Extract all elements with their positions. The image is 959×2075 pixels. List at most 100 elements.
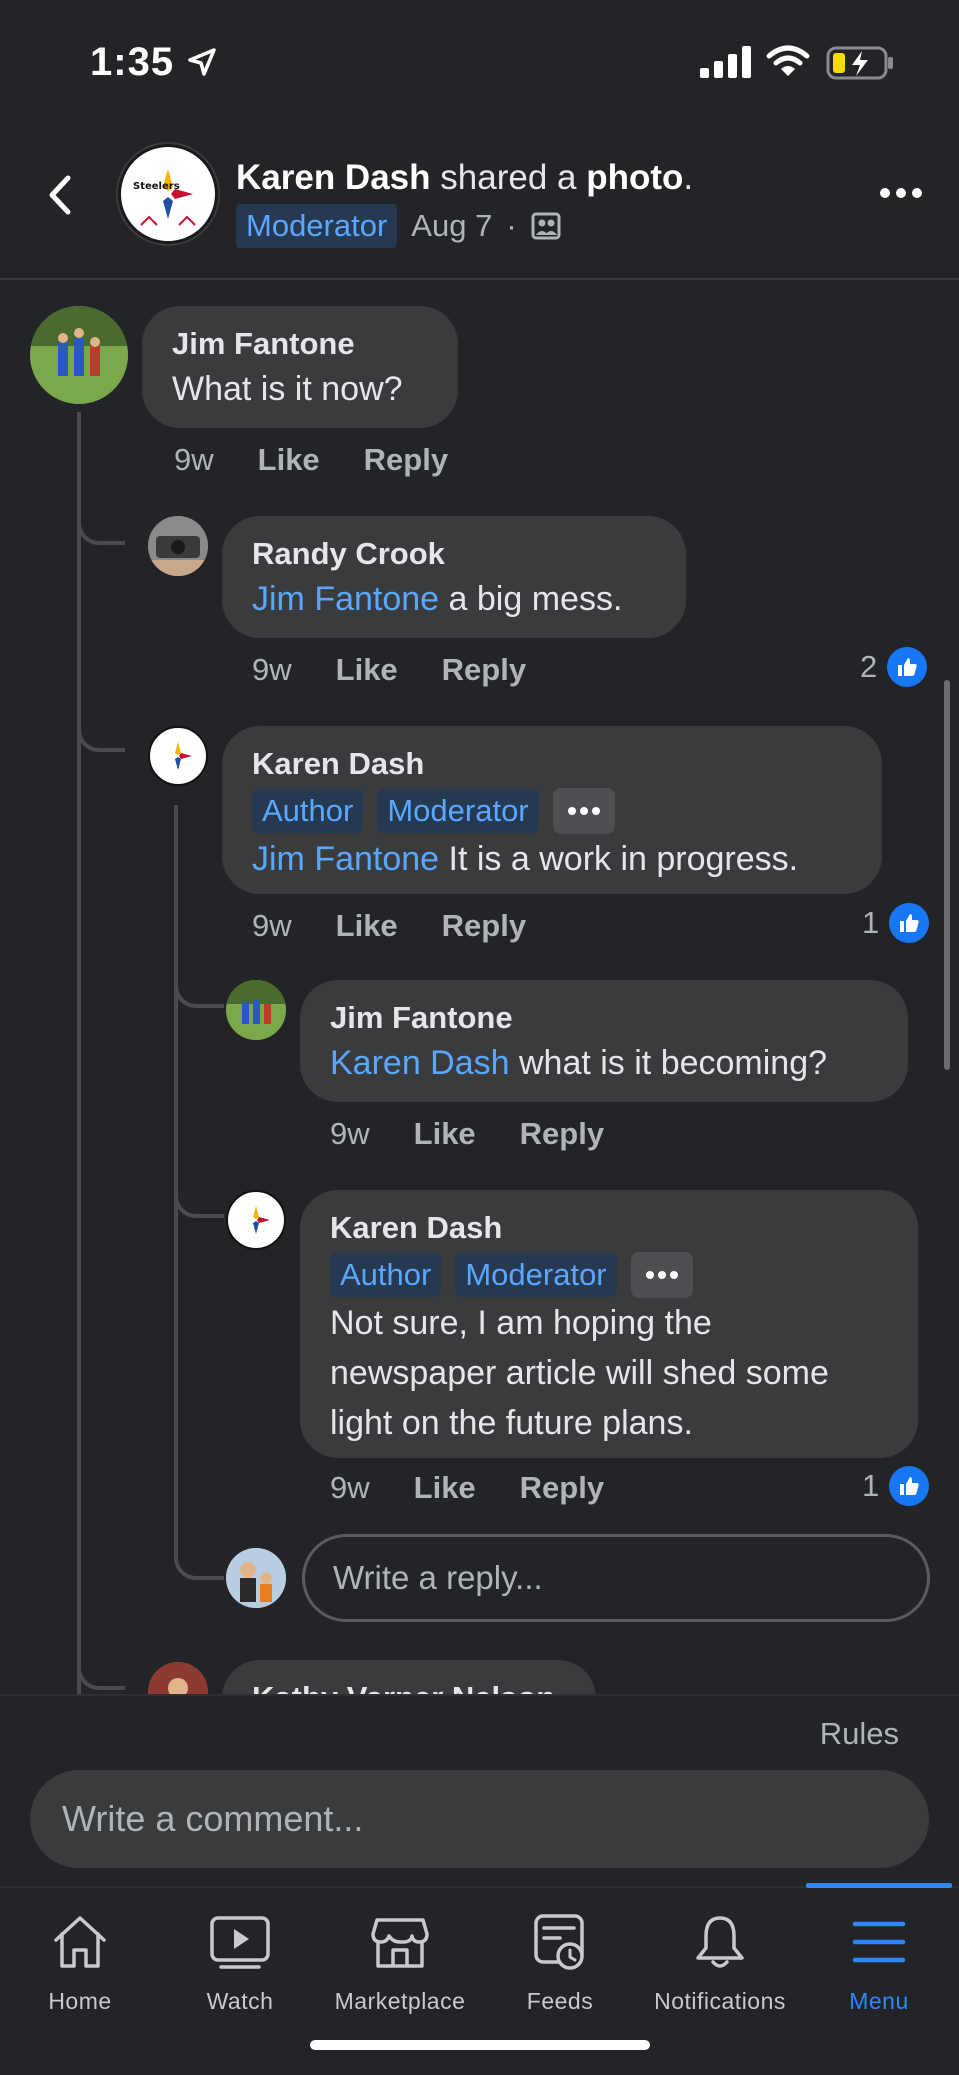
scrollbar[interactable] — [944, 680, 950, 1070]
back-chevron-icon[interactable] — [40, 170, 80, 220]
thread-connector-1 — [77, 505, 125, 545]
author-badge[interactable]: Author — [252, 789, 364, 833]
post-header-punct: . — [683, 158, 694, 197]
post-meta: Moderator Aug 7 · — [236, 204, 561, 248]
reaction-count[interactable]: 1 — [862, 903, 930, 943]
commenter-name[interactable]: Randy Crook — [252, 534, 658, 574]
moderator-badge[interactable]: Moderator — [236, 204, 398, 248]
comment-bubble[interactable]: Randy Crook Jim Fantone a big mess. — [222, 516, 686, 638]
commenter-avatar[interactable] — [226, 980, 286, 1040]
more-badges-icon[interactable] — [552, 788, 615, 834]
more-badges-icon[interactable] — [630, 1252, 693, 1298]
tab-notifications[interactable]: Notifications — [640, 1906, 800, 2015]
comment-body: what is it becoming? — [509, 1044, 828, 1082]
tab-label: Menu — [849, 1988, 909, 2014]
home-indicator[interactable] — [310, 2040, 650, 2050]
comment-bubble[interactable]: Karen Dash Author Moderator Not sure, I … — [300, 1190, 918, 1458]
like-button[interactable]: Like — [258, 442, 320, 478]
battery-charging-icon — [826, 46, 893, 80]
comment-time: 9w — [174, 442, 214, 477]
reaction-count[interactable]: 2 — [860, 647, 928, 687]
like-button[interactable]: Like — [336, 908, 398, 944]
rules-link[interactable]: Rules — [820, 1716, 899, 1752]
mention-link[interactable]: Karen Dash — [330, 1044, 510, 1082]
commenter-avatar[interactable] — [148, 516, 208, 576]
comment-actions: 9w Like Reply — [174, 442, 448, 478]
reaction-number: 1 — [862, 1468, 880, 1503]
group-audience-icon — [531, 212, 561, 240]
reply-button[interactable]: Reply — [442, 652, 526, 688]
thumbs-up-icon — [889, 1466, 930, 1506]
reply-button[interactable]: Reply — [520, 1116, 604, 1152]
comment-actions: 9w Like Reply — [252, 908, 526, 944]
thread-connector-2 — [77, 712, 125, 752]
comment-time: 9w — [330, 1116, 370, 1151]
more-options-icon[interactable] — [876, 178, 926, 208]
comment-text-line: Not sure, I am hoping the — [330, 1304, 712, 1342]
comment-body: a big mess. — [439, 580, 623, 618]
thumbs-up-icon — [889, 903, 930, 943]
location-arrow-icon — [188, 48, 216, 76]
mention-link[interactable]: Jim Fantone — [252, 580, 439, 618]
like-button[interactable]: Like — [336, 652, 398, 688]
reply-button[interactable]: Reply — [442, 908, 526, 944]
author-badge[interactable]: Author — [330, 1253, 442, 1297]
post-date: Aug 7 — [411, 208, 493, 243]
comment-text: Karen Dash what is it becoming? — [330, 1038, 880, 1088]
reaction-number: 2 — [860, 649, 878, 684]
family-photo-icon — [30, 306, 128, 404]
commenter-name[interactable]: Karen Dash — [330, 1208, 890, 1248]
post-author-name[interactable]: Karen Dash — [236, 158, 431, 197]
mention-link[interactable]: Jim Fantone — [252, 840, 439, 878]
commenter-name[interactable]: Jim Fantone — [330, 998, 880, 1038]
tab-marketplace[interactable]: Marketplace — [320, 1906, 480, 2015]
reply-button[interactable]: Reply — [520, 1470, 604, 1506]
moderator-badge[interactable]: Moderator — [377, 789, 539, 833]
home-icon — [54, 1916, 106, 1968]
tab-watch[interactable]: Watch — [160, 1906, 320, 2015]
commenter-avatar[interactable] — [148, 726, 208, 786]
thread-connector-6 — [77, 1640, 125, 1690]
comment-bubble[interactable]: Jim Fantone Karen Dash what is it becomi… — [300, 980, 908, 1102]
tab-feeds[interactable]: Feeds — [480, 1906, 640, 2015]
like-button[interactable]: Like — [414, 1116, 476, 1152]
commenter-name[interactable]: Jim Fantone — [172, 324, 430, 364]
reaction-count[interactable]: 1 — [862, 1466, 930, 1506]
reply-button[interactable]: Reply — [364, 442, 448, 478]
post-object[interactable]: photo — [586, 158, 683, 197]
commenter-badges: Author Moderator — [252, 788, 854, 834]
commenter-name[interactable]: Karen Dash — [252, 744, 854, 784]
post-action: shared a — [440, 158, 577, 197]
comment-time: 9w — [252, 652, 292, 687]
comment-text: Jim Fantone a big mess. — [252, 574, 658, 624]
tab-label: Marketplace — [334, 1988, 466, 2014]
comment-bubble[interactable]: Karen Dash Author Moderator Jim Fantone … — [222, 726, 882, 894]
comment-bubble[interactable]: Jim Fantone What is it now? — [142, 306, 458, 428]
comment-input[interactable]: Write a comment... — [30, 1770, 929, 1868]
post-comments-screen: 1:35 Steelers Karen Dash shared a photo.… — [0, 0, 959, 2075]
commenter-avatar[interactable] — [30, 306, 128, 404]
like-button[interactable]: Like — [414, 1470, 476, 1506]
feeds-icon — [534, 1914, 584, 1970]
comment-actions: 9w Like Reply — [330, 1116, 604, 1152]
commenter-avatar[interactable] — [226, 1190, 286, 1250]
user-photo-icon — [148, 516, 208, 576]
tab-label: Notifications — [654, 1988, 786, 2014]
group-avatar[interactable]: Steelers — [118, 144, 218, 244]
bell-icon — [696, 1916, 744, 1968]
thread-connector-4 — [174, 1178, 224, 1218]
wifi-icon — [766, 45, 810, 76]
tab-menu[interactable]: Menu — [799, 1906, 959, 2015]
reply-input[interactable]: Write a reply... — [302, 1534, 930, 1622]
menu-icon — [852, 1921, 906, 1963]
comment-actions: 9w Like Reply — [252, 652, 526, 688]
status-time: 1:35 — [90, 40, 175, 84]
thumbs-up-icon — [887, 647, 928, 687]
current-user-avatar — [226, 1548, 286, 1608]
tab-label: Watch — [206, 1988, 274, 2014]
comment-body: It is a work in progress. — [439, 840, 799, 878]
moderator-badge[interactable]: Moderator — [455, 1253, 617, 1297]
svg-text:Steelers: Steelers — [133, 181, 180, 192]
active-tab-indicator — [806, 1883, 952, 1888]
tab-home[interactable]: Home — [0, 1906, 160, 2015]
